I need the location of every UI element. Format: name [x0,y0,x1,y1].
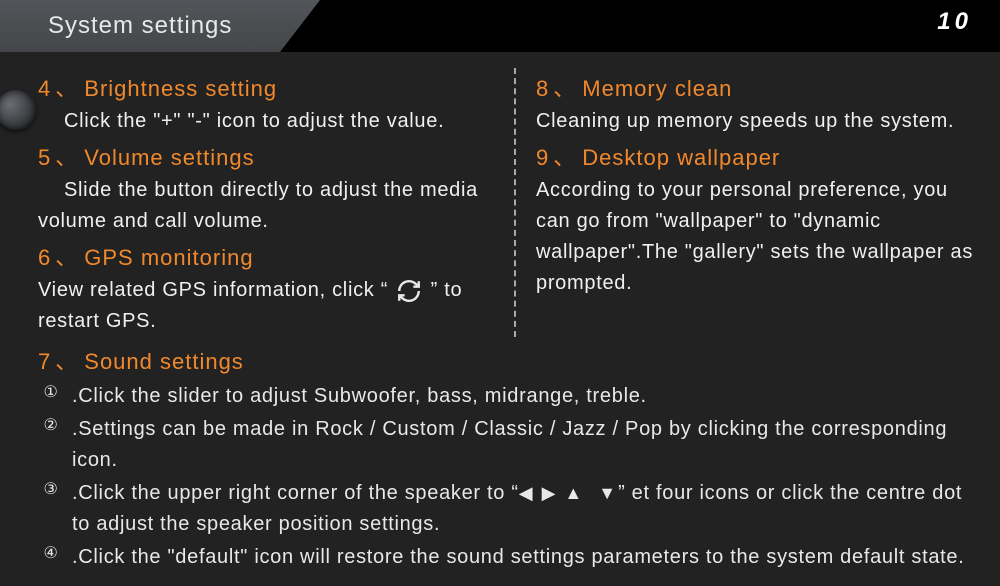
arrow-icons: ◀ ▶ ▲ ▼ [519,483,618,503]
side-bezel [0,60,40,586]
sound-note-2: ②Settings can be made in Rock / Custom /… [38,414,980,476]
left-column: 4、Brightness setting Click the "+" "-" i… [38,68,514,337]
section-body-wallpaper: According to your personal preference, y… [536,175,980,299]
section-heading-volume: 5、Volume settings [38,141,498,175]
circled-2-icon: ② [40,416,62,438]
section-heading-brightness: 4、Brightness setting [38,72,498,106]
page-title: System settings [0,12,232,40]
knob-icon [0,90,36,130]
section-heading-gps: 6、GPS monitoring [38,241,498,275]
section-heading-wallpaper: 9、Desktop wallpaper [536,141,980,175]
circled-4-icon: ④ [40,544,62,566]
sound-notes-list: ①Click the slider to adjust Subwoofer, b… [38,381,980,573]
content-area: 4、Brightness setting Click the "+" "-" i… [38,60,980,586]
sound-note-3: ③Click the upper right corner of the spe… [38,478,980,540]
right-column: 8、Memory clean Cleaning up memory speeds… [514,68,980,337]
circled-1-icon: ① [40,383,62,405]
section-body-gps: View related GPS information, click “ ” … [38,275,498,337]
section-heading-sound: 7、Sound settings [38,345,980,379]
section-sound: 7、Sound settings ①Click the slider to ad… [38,345,980,573]
section-body-memory: Cleaning up memory speeds up the system. [536,106,980,137]
refresh-icon [396,278,422,304]
section-body-brightness: Click the "+" "-" icon to adjust the val… [38,106,498,137]
header-bar: System settings 10 [0,0,1000,52]
section-heading-memory: 8、Memory clean [536,72,980,106]
sound-note-4: ④Click the "default" icon will restore t… [38,542,980,573]
sound-note-1: ①Click the slider to adjust Subwoofer, b… [38,381,980,412]
section-body-volume: Slide the button directly to adjust the … [38,175,498,237]
circled-3-icon: ③ [40,480,62,502]
page-number: 10 [937,8,972,36]
